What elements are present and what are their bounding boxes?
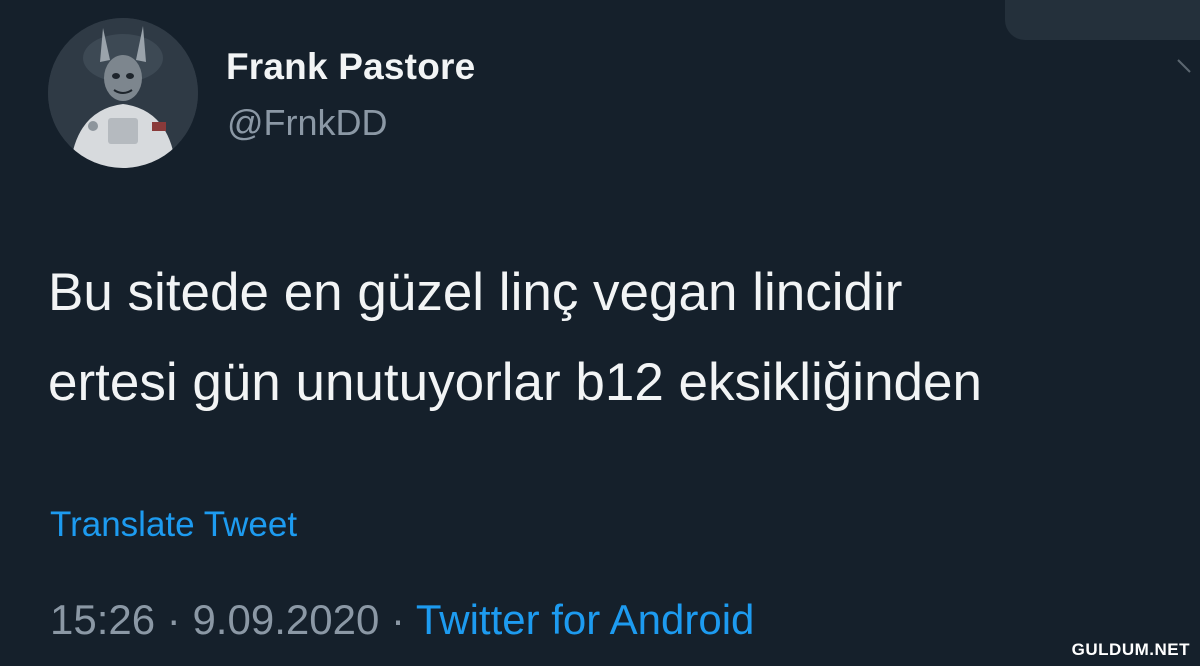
meta-separator: ·: [390, 596, 405, 643]
translate-tweet-link[interactable]: Translate Tweet: [50, 505, 297, 545]
tweet-text-line: ertesi gün unutuyorlar b12 eksikliğinden: [48, 353, 982, 412]
meta-separator: ·: [166, 596, 181, 643]
author-name[interactable]: Frank Pastore: [226, 46, 475, 88]
tweet-text: Bu sitede en güzel linç vegan lincidir e…: [48, 248, 1188, 428]
tweet-text-line: Bu sitede en güzel linç vegan lincidir: [48, 263, 903, 322]
avatar[interactable]: [48, 18, 198, 168]
tweet-time[interactable]: 15:26: [50, 596, 155, 643]
chevron-down-icon[interactable]: [1176, 58, 1192, 74]
watermark: GULDUM.NET: [1071, 640, 1190, 659]
astronaut-avatar-icon: [48, 18, 198, 168]
author-handle[interactable]: @FrnkDD: [227, 102, 388, 144]
tweet-meta: 15:26 · 9.09.2020 · Twitter for Android: [50, 596, 754, 644]
tweet-date[interactable]: 9.09.2020: [192, 596, 379, 643]
tweet-source-link[interactable]: Twitter for Android: [416, 596, 754, 643]
top-overlay-pill: [1005, 0, 1200, 40]
